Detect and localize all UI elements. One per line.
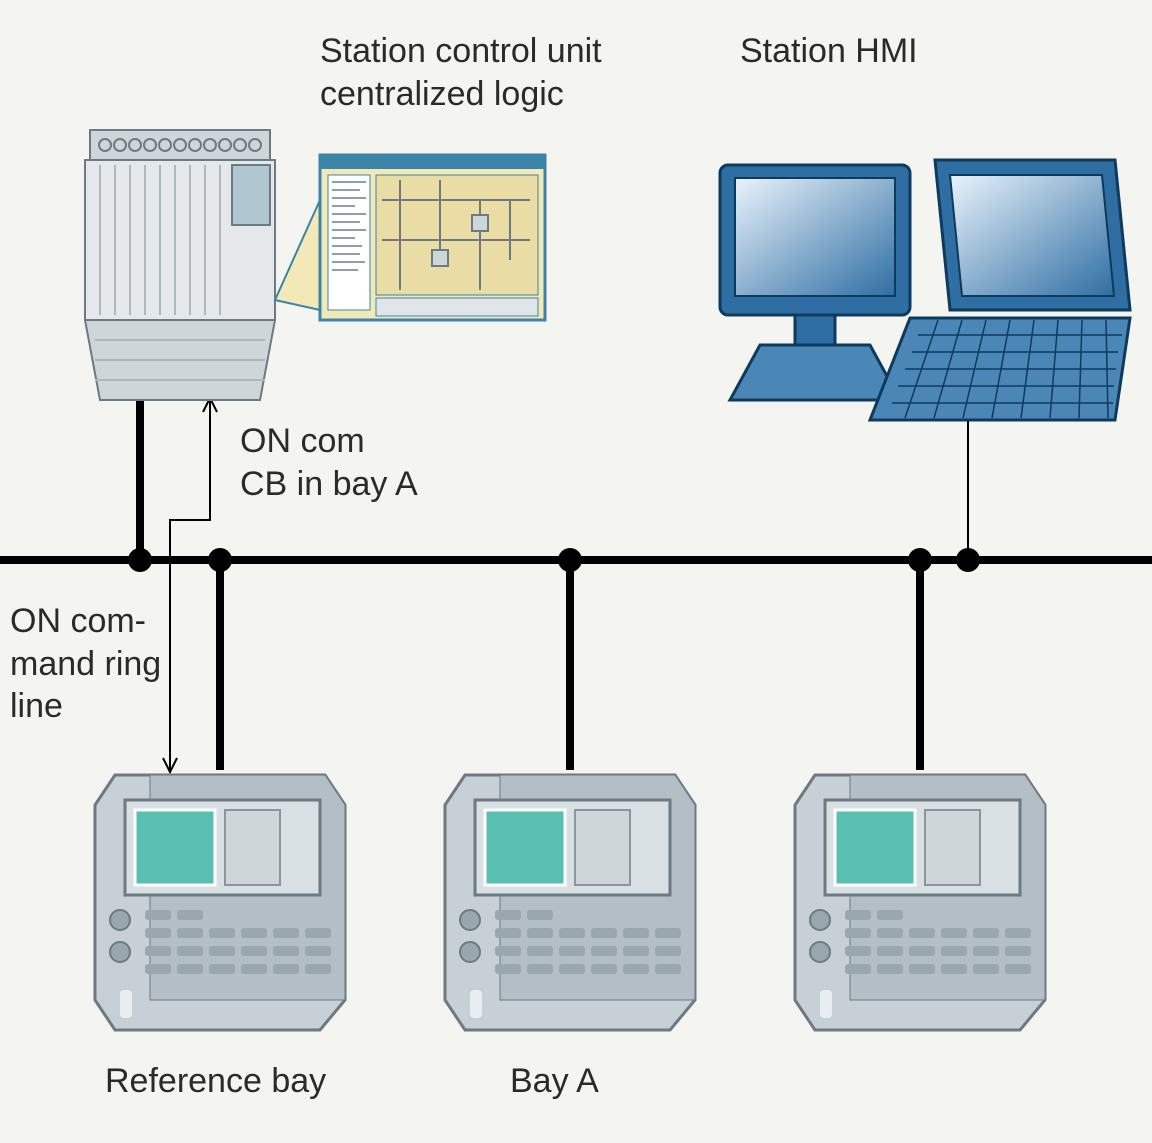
network-bus [0,400,1152,770]
station-control-plc [85,130,275,400]
reference-bay-ied [95,775,345,1030]
station-hmi-monitor [720,165,910,400]
right-bay-ied [795,775,1045,1030]
centralized-logic-editor [275,155,545,320]
diagram-canvas [0,0,1152,1143]
command-path [163,398,217,772]
bay-a-ied [445,775,695,1030]
